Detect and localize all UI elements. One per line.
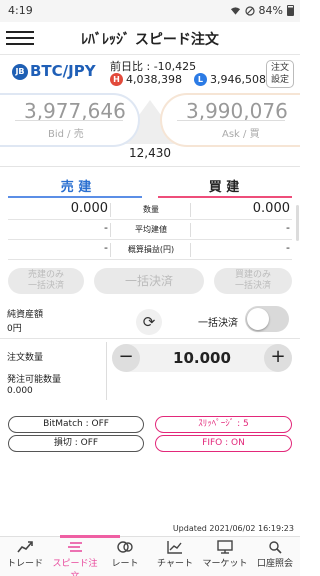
speed-order-icon (68, 542, 82, 552)
net-assets-label: 純資産額 (7, 310, 44, 320)
tab-sell-underline (8, 196, 142, 198)
row-label-quantity: 数量 (143, 205, 159, 214)
divider (0, 54, 300, 55)
ask-label: Ask / 買 (222, 129, 260, 140)
battery-icon (287, 5, 294, 16)
decrease-quantity-button[interactable]: − (112, 344, 140, 372)
position-row-quantity: 0.000 数量 0.000 (8, 201, 292, 219)
low-badge-icon: L (193, 73, 207, 86)
sell-average-price: - (104, 221, 108, 234)
bitmatch-toggle[interactable]: BitMatch : OFF (8, 416, 144, 433)
position-row-pnl: - 概算損益(円) - (8, 241, 292, 259)
buy-quantity: 0.000 (252, 201, 290, 216)
fifo-setting[interactable]: FIFO : ON (155, 435, 292, 452)
battery-percent: 84% (258, 4, 283, 17)
available-quantity-label: 発注可能数量 (7, 375, 62, 385)
daily-change: 前日比 : -10,425 (110, 60, 197, 73)
sell-only-label: 売建のみ (27, 270, 64, 280)
chart-icon (167, 541, 182, 554)
nav-item-chart[interactable]: チャート (150, 537, 200, 576)
order-quantity-label: 注文数量 (7, 353, 44, 363)
updated-timestamp: Updated 2021/06/02 16:19:23 (172, 524, 294, 533)
nav-item-trade[interactable]: トレード (0, 537, 50, 576)
increase-quantity-button[interactable]: + (264, 344, 292, 372)
net-assets-value: 0円 (7, 324, 22, 334)
divider (0, 338, 300, 339)
symbol-row: JB BTC/JPY 前日比 : -10,425 H 4,038,398 L 3… (0, 58, 300, 92)
refresh-icon[interactable]: ⟳ (136, 309, 162, 335)
trade-icon (17, 541, 33, 553)
status-time: 4:19 (8, 4, 33, 17)
nav-item-label: レート (111, 559, 139, 569)
divider (8, 219, 292, 220)
nav-item-label: スピード注文 (52, 559, 98, 576)
symbol-name[interactable]: BTC/JPY (30, 62, 96, 80)
high-low: H 4,038,398 L 3,946,508 (110, 73, 266, 86)
order-settings-button[interactable]: 注文 設定 (266, 60, 294, 88)
bid-label: Bid / 売 (48, 129, 84, 140)
order-settings-label-2: 設定 (270, 75, 289, 85)
sell-only-label-2: 一括決済 (27, 281, 64, 291)
nav-item-label: チャート (157, 559, 193, 569)
rate-icon (117, 541, 133, 553)
low-value: 3,946,508 (209, 73, 266, 86)
available-quantity-value: 0.000 (7, 386, 33, 396)
sell-only-bulk-settle-button[interactable]: 売建のみ 一括決済 (8, 268, 84, 294)
bulk-settle-toggle-label: 一括決済 (198, 318, 238, 329)
tab-buy-underline (158, 196, 292, 198)
symbol-logo-icon: JB (12, 64, 28, 80)
nav-item-account[interactable]: 口座照会 (250, 537, 300, 576)
bulk-settle-label: 一括決済 (124, 274, 173, 288)
slippage-setting[interactable]: ｽﾘｯﾍﾟｰｼﾞ : 5 (155, 416, 292, 433)
sell-pnl: - (104, 241, 108, 254)
spread-value: 12,430 (129, 146, 171, 160)
tab-sell[interactable]: 売 建 (8, 176, 144, 195)
nav-item-label: マーケット (202, 559, 248, 569)
nav-item-rate[interactable]: レート (100, 537, 150, 576)
page-title: ﾚﾊﾞﾚｯｼﾞ スピード注文 (81, 32, 219, 48)
stoploss-setting[interactable]: 損切 : OFF (8, 435, 144, 452)
bulk-settle-toggle[interactable] (245, 306, 289, 332)
market-icon (217, 540, 233, 554)
buy-pnl: - (286, 241, 290, 254)
sell-quantity: 0.000 (70, 201, 108, 216)
bulk-settle-button[interactable]: 一括決済 (94, 268, 204, 294)
row-label-average: 平均建値 (135, 225, 167, 234)
nav-item-speed-order[interactable]: スピード注文 (50, 537, 100, 576)
quantity-stepper: − 10.000 + (112, 344, 292, 372)
status-icons: 84% (230, 4, 294, 17)
divider (8, 259, 292, 260)
tab-buy[interactable]: 買 建 (156, 176, 292, 195)
nav-active-indicator (60, 535, 120, 538)
nav-item-label: 口座照会 (256, 559, 293, 569)
divider (106, 342, 107, 400)
buy-only-bulk-settle-button[interactable]: 買建のみ 一括決済 (214, 268, 292, 294)
buy-only-label: 買建のみ (234, 270, 271, 280)
buy-average-price: - (286, 221, 290, 234)
order-settings-label-1: 注文 (270, 63, 289, 73)
buy-only-label-2: 一括決済 (234, 281, 271, 291)
bottom-navigation: トレード スピード注文 レート チャート マーケット 口座照会 (0, 537, 300, 576)
nav-item-label: トレード (6, 559, 43, 569)
dnd-icon (244, 5, 255, 16)
nav-item-market[interactable]: マーケット (200, 537, 250, 576)
position-row-average: - 平均建値 - (8, 221, 292, 239)
scrollbar[interactable] (296, 205, 299, 241)
high-badge-icon: H (110, 73, 123, 86)
app-bar: ﾚﾊﾞﾚｯｼﾞ スピード注文 (0, 22, 300, 54)
wifi-icon (230, 6, 240, 15)
account-icon (269, 541, 282, 554)
bid-price-button[interactable]: 3,977,646 Bid / 売 (0, 93, 140, 147)
divider (8, 239, 292, 240)
status-bar: 4:19 84% (0, 0, 300, 22)
row-label-pnl: 概算損益(円) (127, 245, 175, 254)
ask-price-button[interactable]: 3,990,076 Ask / 買 (160, 93, 300, 147)
order-quantity-value[interactable]: 10.000 (144, 349, 260, 367)
high-value: 4,038,398 (126, 73, 182, 86)
divider (0, 166, 300, 167)
